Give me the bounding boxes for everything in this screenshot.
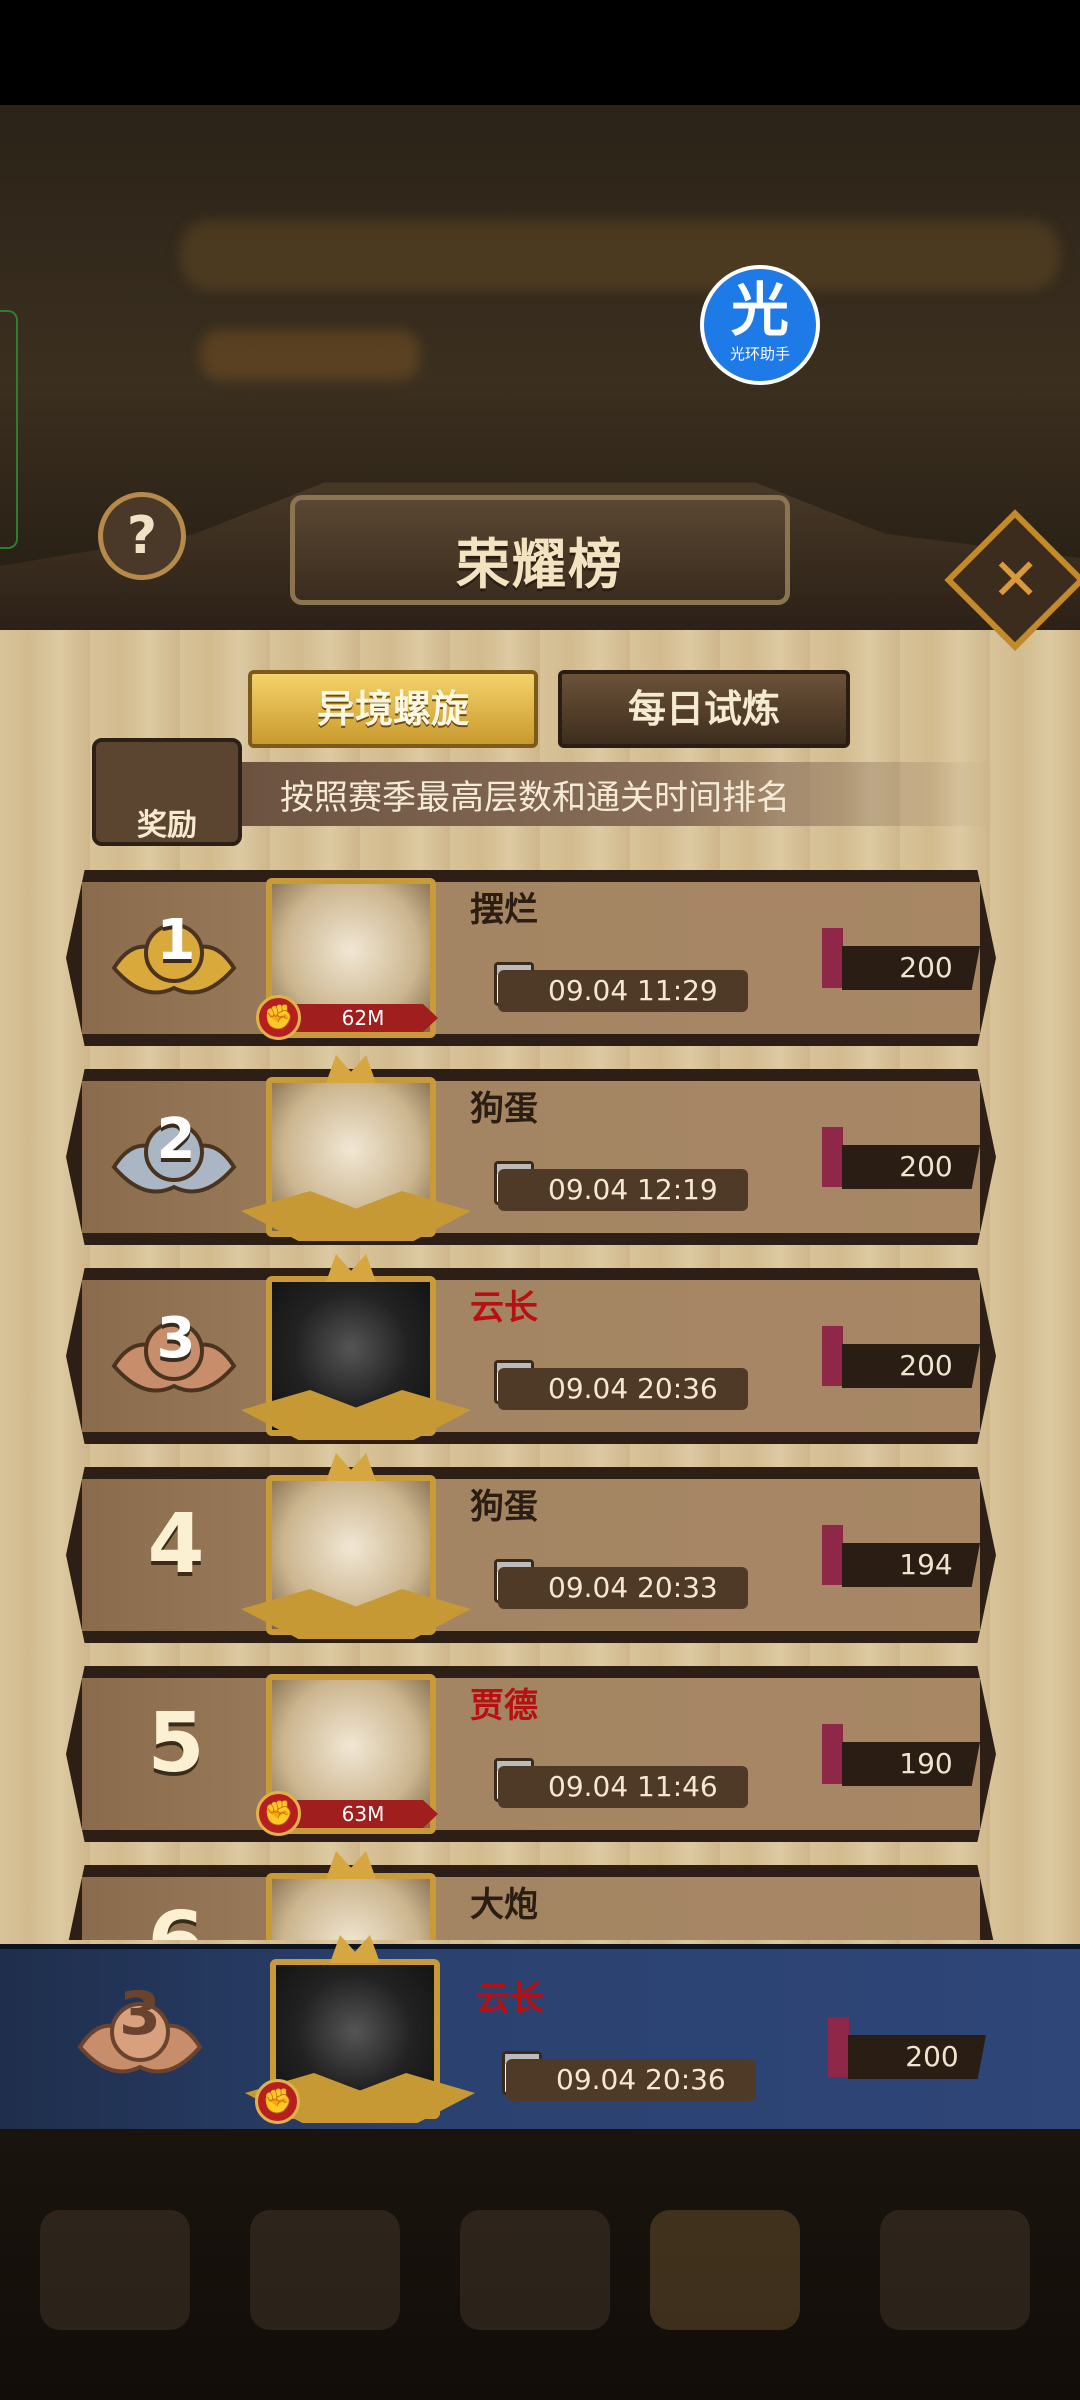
helper-floating-button[interactable]: 光 光环助手 [700,265,820,385]
tab-daily-trial[interactable]: 每日试炼 [558,670,850,748]
fist-icon: ✊ [256,995,301,1040]
fist-icon: ✊ [256,1791,301,1836]
background-blur-strip [180,220,1060,290]
rank-number: 4 [147,1497,205,1592]
close-icon: ✕ [991,545,1041,614]
clear-time: 09.04 12:19 [498,1169,748,1211]
ranking-list[interactable]: 1 62M ✊ 摆烂 09.04 11:29 200 2 狗蛋 09.04 12:… [0,870,1080,1940]
player-avatar[interactable] [266,1873,436,1940]
ranking-row[interactable]: 1 62M ✊ 摆烂 09.04 11:29 200 [66,870,996,1046]
floor-count: 194 [842,1543,980,1587]
clear-time: 09.04 11:29 [498,970,748,1012]
helper-icon: 光 [730,276,789,344]
my-rank-number: 3 [119,1979,161,2049]
ranking-row[interactable]: 2 狗蛋 09.04 12:19 200 [66,1055,996,1245]
help-button[interactable]: ? [98,492,186,580]
ranking-row[interactable]: 6 大炮 [66,1851,996,1940]
player-name: 狗蛋 [470,1487,538,1527]
rank-number: 6 [106,1895,246,1940]
rank-number: 1 [156,908,196,973]
floor-value: 194 [899,1548,953,1581]
helper-caption: 光环助手 [729,345,790,363]
nav-slot[interactable] [40,2210,190,2330]
background-blur-strip [200,330,420,380]
side-handle[interactable] [0,310,18,549]
floor-count: 200 [842,1344,980,1388]
nav-slot[interactable] [460,2210,610,2330]
floor-value: 190 [899,1747,953,1780]
ranking-description: 按照赛季最高层数和通关时间排名 [280,778,790,818]
player-name: 贾德 [470,1686,538,1726]
my-clear-time: 09.04 20:36 [506,2059,756,2101]
floor-value: 200 [899,951,953,984]
ranking-row[interactable]: 3 云长 09.04 20:36 200 [66,1254,996,1444]
clear-time: 09.04 11:46 [498,1766,748,1808]
reward-label[interactable]: 奖励 [92,800,242,844]
player-name: 大炮 [470,1885,538,1925]
floor-count: 200 [842,1145,980,1189]
status-bar [0,0,1080,105]
tab-spiral[interactable]: 异境螺旋 [248,670,538,748]
player-name: 摆烂 [470,890,538,930]
clear-time: 09.04 20:33 [498,1567,748,1609]
ranking-row[interactable]: 5 63M ✊ 贾德 09.04 11:46 190 [66,1666,996,1842]
player-name: 云长 [470,1288,538,1328]
my-floor-value: 200 [905,2040,959,2073]
floor-count: 190 [842,1742,980,1786]
floor-value: 200 [899,1349,953,1382]
floor-count: 200 [842,946,980,990]
rank-number: 2 [156,1107,196,1172]
power-tag: 63M [288,1800,438,1828]
power-tag: 62M [288,1004,438,1032]
player-name: 狗蛋 [470,1089,538,1129]
clear-time: 09.04 20:36 [498,1368,748,1410]
rank-number: 3 [156,1306,196,1371]
nav-slot[interactable] [880,2210,1030,2330]
floor-value: 200 [899,1150,953,1183]
my-player-name: 云长 [476,1979,544,2019]
nav-slot[interactable] [250,2210,400,2330]
ranking-row[interactable]: 4 狗蛋 09.04 20:33 194 [66,1453,996,1643]
rank-number: 5 [147,1696,205,1791]
my-floor-count: 200 [848,2035,986,2079]
my-rank-bar: 3 ✊ 云长 09.04 20:36 200 [0,1935,1080,2134]
fist-icon: ✊ [255,2079,300,2124]
page-title: 荣耀榜 [456,533,624,596]
nav-slot-active[interactable] [650,2210,800,2330]
